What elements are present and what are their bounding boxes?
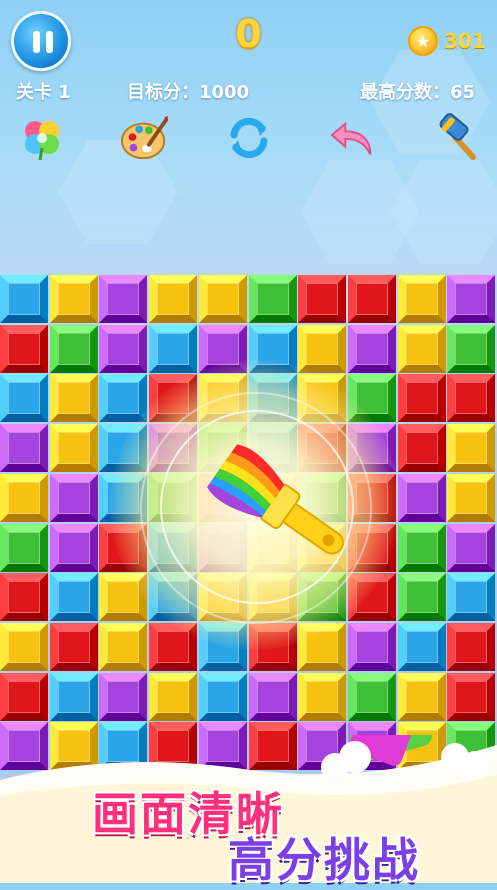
paint-tool-button[interactable] [120,113,170,163]
undo-icon [330,121,372,155]
block-blue[interactable] [198,672,247,721]
block-green[interactable] [347,672,396,721]
block-yellow[interactable] [0,473,48,522]
hammer-icon [439,113,476,160]
block-purple[interactable] [347,622,396,671]
coin-count: 301 [444,29,486,53]
background-hexagon [390,160,497,264]
paint-palette-icon [120,115,169,160]
block-green[interactable] [0,523,48,572]
block-purple[interactable] [248,672,297,721]
clover-tool-button[interactable] [17,113,67,163]
block-purple[interactable] [99,324,148,373]
block-yellow[interactable] [447,473,496,522]
block-yellow[interactable] [49,374,98,423]
block-purple[interactable] [0,424,48,473]
block-red[interactable] [347,275,396,323]
block-blue[interactable] [447,573,496,622]
block-yellow[interactable] [298,672,347,721]
block-blue[interactable] [49,573,98,622]
target-score-label: 目标分：1000 [127,82,250,103]
block-red[interactable] [298,275,347,323]
block-yellow[interactable] [397,275,446,323]
slogan-line-2: 高分挑战 [228,833,420,887]
block-purple[interactable] [99,672,148,721]
block-blue[interactable] [149,324,198,373]
refresh-icon [230,117,268,159]
block-yellow[interactable] [198,275,247,323]
high-score-label: 最高分数：65 [360,82,476,103]
block-yellow[interactable] [397,324,446,373]
block-purple[interactable] [347,324,396,373]
block-red[interactable] [0,672,48,721]
block-red[interactable] [397,424,446,473]
block-yellow[interactable] [99,622,148,671]
block-yellow[interactable] [49,275,98,323]
block-green[interactable] [397,523,446,572]
block-green[interactable] [248,275,297,323]
block-purple[interactable] [49,523,98,572]
block-purple[interactable] [447,523,496,572]
block-red[interactable] [397,374,446,423]
rainbow-brush-icon [207,444,344,555]
coin-counter: ★ 301 [408,24,486,58]
block-green[interactable] [49,324,98,373]
block-purple[interactable] [397,473,446,522]
block-yellow[interactable] [0,622,48,671]
block-yellow[interactable] [49,424,98,473]
block-purple[interactable] [99,275,148,323]
block-red[interactable] [49,622,98,671]
block-yellow[interactable] [149,672,198,721]
block-blue[interactable] [0,374,48,423]
block-blue[interactable] [49,672,98,721]
undo-tool-button[interactable] [328,113,378,163]
shuffle-tool-button[interactable] [224,113,274,163]
block-yellow[interactable] [397,672,446,721]
block-green[interactable] [447,324,496,373]
level-label: 关卡 1 [16,82,71,103]
block-red[interactable] [0,573,48,622]
clover-icon [25,121,59,161]
block-blue[interactable] [397,622,446,671]
block-green[interactable] [397,573,446,622]
hammer-tool-button[interactable] [433,113,483,163]
block-blue[interactable] [0,275,48,323]
block-yellow[interactable] [298,324,347,373]
coin-icon: ★ [408,26,438,56]
block-red[interactable] [447,374,496,423]
block-red[interactable] [447,672,496,721]
block-red[interactable] [0,324,48,373]
block-purple[interactable] [49,473,98,522]
block-yellow[interactable] [447,424,496,473]
block-purple[interactable] [447,275,496,323]
block-red[interactable] [447,622,496,671]
block-yellow[interactable] [149,275,198,323]
